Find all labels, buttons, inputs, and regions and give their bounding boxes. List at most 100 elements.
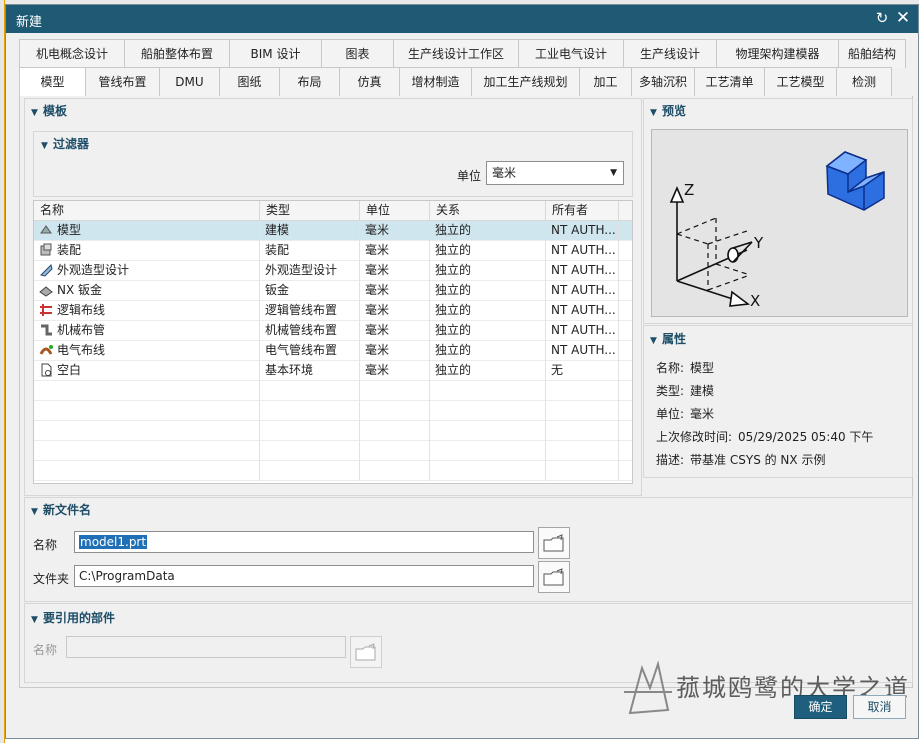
row-relation: 独立的 (430, 281, 546, 301)
row-relation: 独立的 (430, 361, 546, 381)
collapse-arrow-icon: ▼ (31, 615, 38, 625)
watermark-emblem (624, 660, 672, 715)
x-axis-label: X (750, 292, 760, 310)
row-name: 逻辑布线 (57, 303, 106, 317)
tab-physical-architecture[interactable]: 物理架构建模器 (716, 39, 838, 68)
file-name-value: model1.prt (79, 535, 148, 549)
column-header-name[interactable]: 名称 (34, 201, 260, 221)
row-type: 建模 (260, 221, 360, 241)
tab-routing[interactable]: 管线布置 (85, 67, 159, 96)
tab-process-model[interactable]: 工艺模型 (764, 67, 836, 96)
table-row[interactable]: 外观造型设计 外观造型设计 毫米 独立的 NT AUTH... (34, 261, 632, 281)
assembly-icon (39, 243, 53, 257)
open-folder-icon (355, 643, 376, 661)
dialog-title: 新建 (16, 15, 43, 30)
table-row[interactable]: 机械布管 机械管线布置 毫米 独立的 NT AUTH... (34, 321, 632, 341)
row-owner: NT AUTH... (546, 281, 619, 301)
tab-machining[interactable]: 加工 (579, 67, 631, 96)
property-label: 描述: (656, 453, 685, 467)
title-bar: 新建 ↻ ✕ (6, 5, 918, 33)
row-relation: 独立的 (430, 221, 546, 241)
row-relation: 独立的 (430, 261, 546, 281)
tab-additive-manufacturing[interactable]: 增材制造 (399, 67, 471, 96)
table-row[interactable]: NX 钣金 钣金 毫米 独立的 NT AUTH... (34, 281, 632, 301)
column-header-unit[interactable]: 单位 (360, 201, 430, 221)
preview-image: Z Y X (651, 129, 908, 317)
browse-referenced-button (350, 636, 382, 668)
row-owner: NT AUTH... (546, 301, 619, 321)
tab-dmu[interactable]: DMU (159, 67, 219, 96)
folder-input[interactable]: C:\ProgramData (74, 565, 534, 587)
tab-multi-axis-deposition[interactable]: 多轴沉积 (631, 67, 694, 96)
z-axis-label: Z (684, 181, 694, 199)
tab-industrial-electrical[interactable]: 工业电气设计 (518, 39, 623, 68)
y-axis-label: Y (753, 234, 764, 252)
tab-ship-general-arrangement[interactable]: 船舶整体布置 (124, 39, 229, 68)
browse-folder-button[interactable] (538, 561, 570, 593)
property-value: 05/29/2025 05:40 下午 (738, 430, 874, 444)
table-row[interactable]: 电气布线 电气管线布置 毫米 独立的 NT AUTH... (34, 341, 632, 361)
tab-bim-design[interactable]: BIM 设计 (229, 39, 321, 68)
referenced-part-header-label: 要引用的部件 (43, 611, 116, 625)
row-type: 装配 (260, 241, 360, 261)
row-name: 模型 (57, 223, 82, 237)
property-label: 名称: (656, 361, 685, 375)
new-file-header[interactable]: ▼ 新文件名 (31, 501, 91, 521)
table-row[interactable]: 逻辑布线 逻辑管线布置 毫米 独立的 NT AUTH... (34, 301, 632, 321)
referenced-part-header[interactable]: ▼ 要引用的部件 (31, 609, 115, 629)
preview-header[interactable]: ▼ 预览 (650, 102, 686, 122)
row-unit: 毫米 (360, 281, 430, 301)
collapse-arrow-icon: ▼ (31, 507, 38, 517)
tab-line-design-workspace[interactable]: 生产线设计工作区 (393, 39, 518, 68)
properties-header[interactable]: ▼ 属性 (650, 330, 686, 350)
table-row[interactable]: 空白 基本环境 毫米 独立的 无 (34, 361, 632, 381)
referenced-name-input (66, 636, 346, 658)
csys-preview-graphic: Z Y X (669, 151, 885, 310)
row-name: NX 钣金 (57, 283, 103, 297)
filter-header[interactable]: ▼ 过滤器 (41, 135, 89, 155)
row-unit: 毫米 (360, 221, 430, 241)
refresh-icon[interactable]: ↻ (872, 8, 892, 28)
tab-process-list[interactable]: 工艺清单 (694, 67, 764, 96)
cancel-button[interactable]: 取消 (853, 695, 906, 719)
ok-button[interactable]: 确定 (794, 695, 847, 719)
tab-line-design[interactable]: 生产线设计 (623, 39, 716, 68)
tab-diagram[interactable]: 图表 (321, 39, 393, 68)
row-name: 空白 (57, 363, 82, 377)
file-name-input[interactable]: model1.prt (74, 531, 534, 553)
tab-inspection[interactable]: 检测 (836, 67, 892, 96)
unit-select-value: 毫米 (492, 166, 517, 180)
browse-name-button[interactable] (538, 527, 570, 559)
templates-header[interactable]: ▼ 模板 (31, 102, 67, 122)
property-modified-row: 上次修改时间: 05/29/2025 05:40 下午 (656, 428, 873, 445)
column-header-type[interactable]: 类型 (260, 201, 360, 221)
row-relation: 独立的 (430, 321, 546, 341)
collapse-arrow-icon: ▼ (650, 108, 657, 118)
tab-mechatronics[interactable]: 机电概念设计 (19, 39, 124, 68)
property-type-row: 类型: 建模 (656, 382, 714, 399)
table-row[interactable]: 装配 装配 毫米 独立的 NT AUTH... (34, 241, 632, 261)
row-name: 外观造型设计 (57, 263, 130, 277)
property-value: 毫米 (690, 407, 715, 421)
row-type: 基本环境 (260, 361, 360, 381)
close-icon[interactable]: ✕ (893, 8, 913, 28)
tab-layout[interactable]: 布局 (279, 67, 339, 96)
property-name-row: 名称: 模型 (656, 359, 714, 376)
referenced-name-label: 名称 (33, 643, 58, 657)
tab-ship-structure[interactable]: 船舶结构 (838, 39, 906, 68)
row-owner: 无 (546, 361, 619, 381)
table-header-row: 名称 类型 单位 关系 所有者 (34, 201, 632, 221)
tab-drawing[interactable]: 图纸 (219, 67, 279, 96)
file-name-label: 名称 (33, 538, 58, 552)
new-file-header-label: 新文件名 (43, 503, 92, 517)
property-label: 类型: (656, 384, 685, 398)
tab-simulation[interactable]: 仿真 (339, 67, 399, 96)
column-header-owner[interactable]: 所有者 (546, 201, 619, 221)
column-header-relation[interactable]: 关系 (430, 201, 546, 221)
property-value: 模型 (690, 361, 715, 375)
row-type: 外观造型设计 (260, 261, 360, 281)
unit-select[interactable]: 毫米 ▼ (486, 161, 624, 185)
tab-model[interactable]: 模型 (19, 67, 85, 96)
table-row[interactable]: 模型 建模 毫米 独立的 NT AUTH... (34, 221, 632, 241)
tab-machining-line-planning[interactable]: 加工生产线规划 (471, 67, 579, 96)
